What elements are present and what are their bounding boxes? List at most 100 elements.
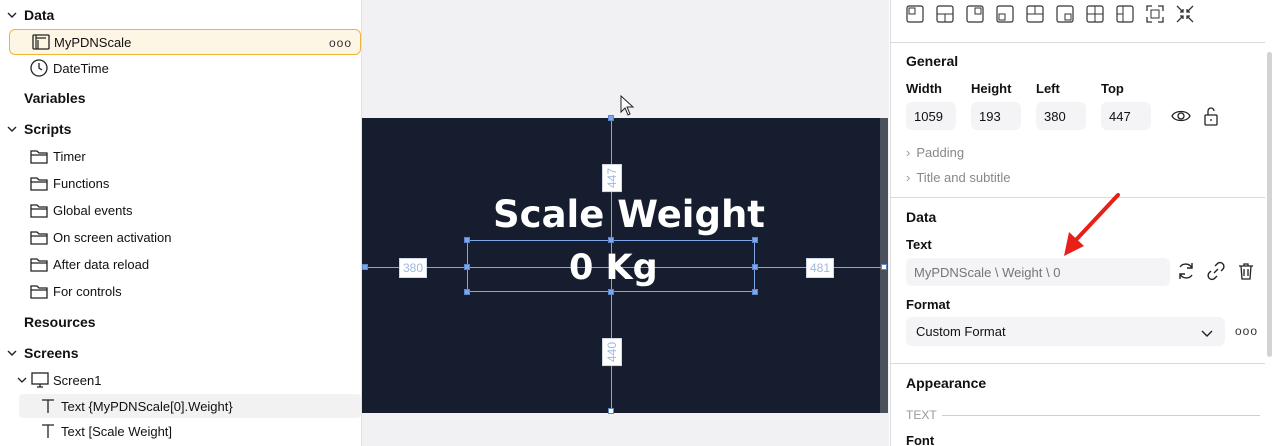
divider [891,42,1265,43]
tree-folder-global-events[interactable]: Global events [0,198,361,222]
design-canvas[interactable]: Scale Weight 0 Kg 447 380 481 440 [362,0,889,446]
chevron-down-icon[interactable] [7,348,17,358]
guide-end-handle [881,264,887,270]
left-label: Left [1036,81,1060,96]
title-subtitle-label: Title and subtitle [916,170,1011,185]
tree-folder-on-screen-activation[interactable]: On screen activation [0,225,361,249]
distance-label-bottom: 440 [602,338,622,367]
text-group-label: TEXT [906,408,937,422]
properties-scrollbar[interactable] [1267,52,1272,357]
tree-item-label: DateTime [53,60,109,76]
tree-item-label: After data reload [53,256,150,272]
chevron-right-icon: › [906,145,911,160]
resize-handle[interactable] [752,289,758,295]
tree-section-label: Variables [24,90,86,106]
tree-item-label: Text [Scale Weight] [61,423,173,439]
divider [942,415,1260,416]
more-options-icon[interactable]: ooo [1235,324,1258,338]
tree-folder-for-controls[interactable]: For controls [0,279,361,303]
font-label: Font [906,433,935,446]
guide-end-handle [362,264,368,270]
tree-item-mypdnscale[interactable]: MyPDNScale ooo [9,29,361,55]
format-select[interactable]: Custom Format [906,317,1225,346]
resize-handle[interactable] [464,264,470,270]
tree-item-label: MyPDNScale [54,35,132,50]
align-top-right-icon[interactable] [965,4,985,24]
distance-label-right: 481 [806,258,835,278]
unlock-icon[interactable] [1201,105,1221,132]
tree-item-text-scale-weight[interactable]: Text [Scale Weight] [0,419,361,443]
resize-handle[interactable] [464,237,470,243]
tree-section-label: Scripts [24,121,72,137]
folder-icon [29,281,49,301]
data-header: Data [906,209,937,225]
split-left-icon[interactable] [1115,4,1135,24]
tree-section-label: Screens [24,345,79,361]
chevron-down-icon[interactable] [7,10,17,20]
align-bottom-left-icon[interactable] [995,4,1015,24]
top-label: Top [1101,81,1124,96]
folder-icon [29,227,49,247]
canvas-title-text[interactable]: Scale Weight [493,193,765,236]
resize-handle[interactable] [608,289,614,295]
chevron-right-icon: › [906,170,911,185]
tree-item-label: Timer [53,148,86,164]
distance-label-left: 380 [399,258,428,278]
width-label: Width [906,81,942,96]
appearance-header: Appearance [906,375,987,391]
tree-section-data[interactable]: Data [0,3,361,27]
refresh-icon[interactable] [1176,261,1196,286]
split-columns-icon[interactable] [1085,4,1105,24]
align-top-left-icon[interactable] [905,4,925,24]
align-bottom-right-icon[interactable] [1055,4,1075,24]
tree-item-text-weight[interactable]: Text {MyPDNScale[0].Weight} [19,394,361,418]
text-label: Text [906,237,932,252]
height-input[interactable]: 193 [971,102,1021,130]
tree-item-label: Global events [53,202,133,218]
delete-icon[interactable] [1236,261,1256,286]
tree-section-scripts[interactable]: Scripts [0,117,361,141]
text-tool-icon [38,421,58,441]
left-input[interactable]: 380 [1036,102,1086,130]
fit-to-screen-icon[interactable] [1145,4,1165,24]
align-middle-icon[interactable] [1025,4,1045,24]
tree-item-label: Screen1 [53,372,102,388]
tree-section-resources[interactable]: Resources [0,310,361,334]
format-select-value: Custom Format [916,324,1006,339]
padding-expander[interactable]: › Padding [906,145,964,160]
folder-icon [29,146,49,166]
guide-end-handle [608,408,614,414]
tree-folder-functions[interactable]: Functions [0,171,361,195]
chevron-down-icon [1201,326,1213,341]
clock-icon [29,58,49,78]
shrink-icon[interactable] [1175,4,1195,24]
resize-handle[interactable] [752,264,758,270]
chevron-down-icon[interactable] [7,124,17,134]
chevron-down-icon[interactable] [17,375,27,385]
database-table-icon [31,32,51,52]
eye-icon[interactable] [1171,106,1191,131]
tree-folder-after-data-reload[interactable]: After data reload [0,252,361,276]
link-icon[interactable] [1206,261,1226,286]
project-tree-panel: Data MyPDNScale ooo DateTime Variables S… [0,0,362,446]
tree-item-screen1[interactable]: Screen1 [0,368,361,392]
align-top-center-icon[interactable] [935,4,955,24]
tree-folder-timer[interactable]: Timer [0,144,361,168]
general-header: General [906,53,959,69]
more-options-icon[interactable]: ooo [329,36,352,50]
folder-icon [29,200,49,220]
top-input[interactable]: 447 [1101,102,1151,130]
text-binding-input[interactable] [906,258,1170,286]
resize-handle[interactable] [608,237,614,243]
width-input[interactable]: 1059 [906,102,956,130]
canvas-value-text[interactable]: 0 Kg [569,248,658,288]
mouse-cursor-icon [620,94,635,122]
folder-icon [29,173,49,193]
tree-section-variables[interactable]: Variables [0,86,361,110]
tree-item-datetime[interactable]: DateTime [0,56,361,80]
title-subtitle-expander[interactable]: › Title and subtitle [906,170,1011,185]
tree-item-label: For controls [53,283,122,299]
resize-handle[interactable] [464,289,470,295]
resize-handle[interactable] [752,237,758,243]
tree-section-screens[interactable]: Screens [0,341,361,365]
